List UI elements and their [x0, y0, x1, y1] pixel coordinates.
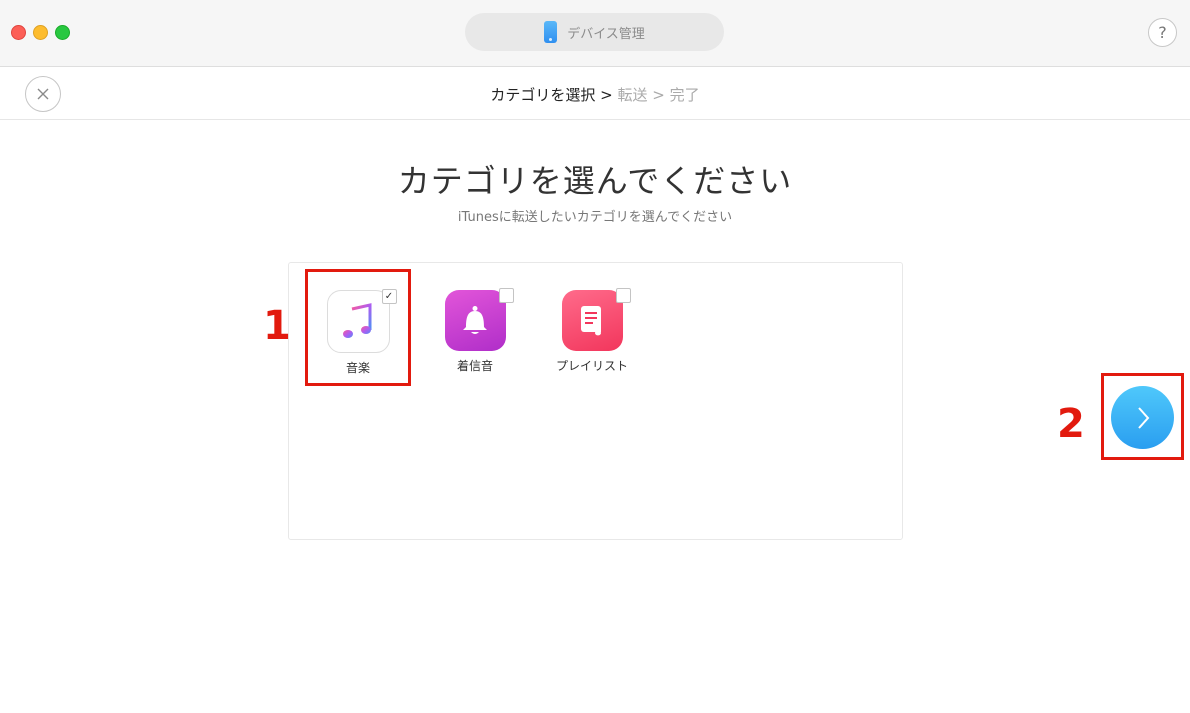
category-label: プレイリスト — [555, 359, 628, 373]
title-bar: デバイス管理 ? — [0, 0, 1190, 67]
step-marker-2: 2 — [1057, 401, 1085, 447]
breadcrumb-step-current: カテゴリを選択 > — [490, 86, 613, 104]
playlist-checkbox[interactable] — [615, 288, 631, 303]
phone-icon — [544, 21, 558, 43]
window-close-button[interactable] — [11, 25, 26, 40]
ringtone-checkbox[interactable] — [498, 288, 514, 303]
page-title: カテゴリを選んでください — [397, 162, 793, 200]
category-ringtone[interactable]: 着信音 — [435, 288, 515, 374]
step-marker-1: 1 — [263, 303, 291, 349]
category-playlist[interactable]: プレイリスト — [552, 288, 632, 374]
playlist-icon — [561, 288, 631, 351]
device-title: デバイス管理 — [567, 26, 645, 42]
highlight-box-1 — [305, 269, 411, 386]
next-button[interactable] — [1111, 386, 1174, 449]
bell-icon — [444, 288, 514, 351]
chevron-right-icon — [1137, 406, 1149, 429]
help-button[interactable]: ? — [1148, 18, 1177, 47]
breadcrumb-bar: カテゴリを選択 > 転送 > 完了 — [0, 67, 1190, 120]
window-maximize-button[interactable] — [55, 25, 70, 40]
device-selector[interactable]: デバイス管理 — [465, 13, 724, 51]
breadcrumb: カテゴリを選択 > 転送 > 完了 — [0, 84, 1190, 105]
breadcrumb-step-next: 転送 > 完了 — [612, 86, 700, 104]
page-subtitle: iTunesに転送したいカテゴリを選んでください — [457, 210, 733, 225]
category-label: 着信音 — [456, 359, 493, 373]
window-minimize-button[interactable] — [33, 25, 48, 40]
